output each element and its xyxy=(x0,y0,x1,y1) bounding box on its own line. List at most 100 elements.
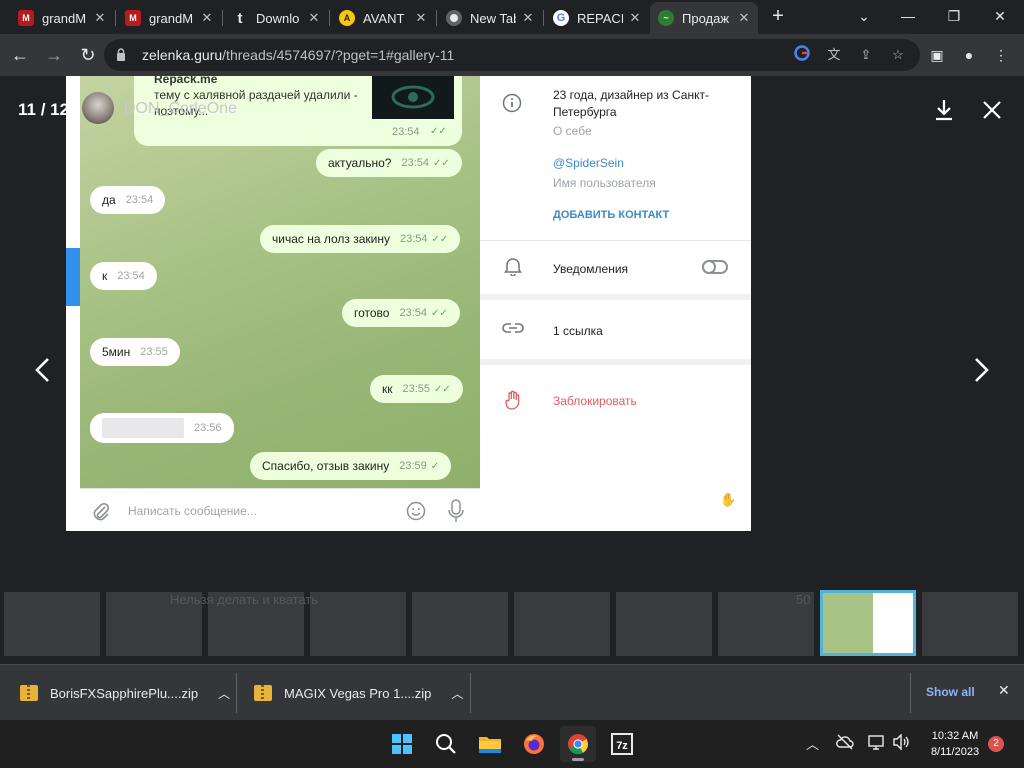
block-hand-icon xyxy=(505,390,520,410)
gallery-thumbnail[interactable] xyxy=(616,592,712,656)
message-bubble: 5мин 23:55 xyxy=(90,338,180,366)
microphone-icon xyxy=(448,499,464,522)
browser-tab[interactable]: New Tab ✕ xyxy=(438,4,542,32)
links-label: 1 ссылка xyxy=(553,324,603,338)
cloud-offline-icon[interactable] xyxy=(836,734,854,753)
minimize-icon[interactable]: — xyxy=(888,4,928,28)
close-icon[interactable]: ✕ xyxy=(520,10,536,26)
chrome-icon xyxy=(568,734,589,755)
taskbar-explorer[interactable] xyxy=(472,726,508,762)
address-bar[interactable]: zelenka.guru/threads/4574697/?pget=1#gal… xyxy=(104,39,920,71)
svg-text:7z: 7z xyxy=(616,740,628,752)
thumbnail-strip: Нельзя делать и кватать 50 xyxy=(0,590,1024,658)
gallery-thumbnail[interactable] xyxy=(310,592,406,656)
search-icon xyxy=(436,734,456,754)
back-icon[interactable]: ← xyxy=(8,43,32,67)
tab-title: Продаж xyxy=(682,10,730,26)
close-icon[interactable]: ✕ xyxy=(199,10,215,26)
next-image-button[interactable] xyxy=(962,346,998,394)
message-input-placeholder: Написать сообщение... xyxy=(128,504,257,518)
start-button[interactable] xyxy=(384,726,420,762)
profile-icon[interactable]: ● xyxy=(958,44,980,66)
volume-icon[interactable] xyxy=(892,733,910,753)
taskbar-7zip[interactable]: 7z xyxy=(604,726,640,762)
read-ticks-icon: ✓✓ xyxy=(433,157,450,169)
tab-title: New Tab xyxy=(470,10,516,26)
chevron-right-icon xyxy=(975,358,989,382)
gallery-thumbnail[interactable] xyxy=(4,592,100,656)
close-icon[interactable]: ✕ xyxy=(736,10,752,26)
taskbar: 7z ︿ 10:32 AM 8/11/2023 2 xyxy=(0,720,1024,768)
bell-icon xyxy=(504,258,522,276)
grandm-icon: M xyxy=(18,10,34,26)
taskbar-chrome[interactable] xyxy=(560,726,596,762)
bio-text: 23 года, дизайнер из Санкт- xyxy=(553,88,709,102)
close-icon[interactable]: ✕ xyxy=(306,10,322,26)
notification-badge[interactable]: 2 xyxy=(988,736,1004,752)
new-tab-button[interactable]: + xyxy=(768,6,788,26)
gallery-thumbnail[interactable] xyxy=(412,592,508,656)
forward-icon[interactable]: → xyxy=(42,43,66,67)
taskbar-search[interactable] xyxy=(428,726,464,762)
gallery-thumbnail[interactable] xyxy=(922,592,1018,656)
close-window-icon[interactable]: ✕ xyxy=(980,4,1020,28)
side-panel-icon[interactable]: ▣ xyxy=(926,44,948,66)
bio-text: Петербурга xyxy=(553,105,617,119)
browser-tab[interactable]: M grandM ✕ xyxy=(10,4,114,32)
username-link: @SpiderSein xyxy=(553,156,624,170)
bookmark-star-icon[interactable]: ☆ xyxy=(888,45,908,65)
chevron-left-icon xyxy=(35,358,49,382)
browser-tab[interactable]: t Downlo ✕ xyxy=(224,4,328,32)
download-item[interactable]: MAGIX Vegas Pro 1....zip ︿ xyxy=(254,665,463,721)
gallery-thumbnail[interactable] xyxy=(514,592,610,656)
browser-tab[interactable]: A AVANT ✕ xyxy=(331,4,435,32)
clock-time: 10:32 AM xyxy=(931,730,979,742)
google-icon: G xyxy=(553,10,569,26)
notifications-toggle xyxy=(702,260,728,274)
close-icon[interactable]: ✕ xyxy=(92,10,108,26)
close-viewer-button[interactable] xyxy=(974,92,1010,128)
google-lens-icon[interactable] xyxy=(792,45,812,65)
taskbar-firefox[interactable] xyxy=(516,726,552,762)
close-icon[interactable]: ✕ xyxy=(413,10,429,26)
browser-tab[interactable]: G REPACK ✕ xyxy=(545,4,649,32)
tab-strip: M grandM ✕ M grandM ✕ t Downlo ✕ A AVANT… xyxy=(0,0,1024,34)
close-shelf-icon[interactable]: ✕ xyxy=(998,682,1010,699)
emoji-icon xyxy=(406,501,426,521)
gallery-viewer: Repack.me тему с халявной раздачей удали… xyxy=(0,76,1024,664)
gallery-image: Repack.me тему с халявной раздачей удали… xyxy=(66,76,751,531)
system-clock[interactable]: 10:32 AM 8/11/2023 xyxy=(922,728,988,760)
read-tick-icon: ✓ xyxy=(430,460,440,472)
download-button[interactable] xyxy=(926,92,962,128)
tab-search-icon[interactable]: ⌄ xyxy=(844,4,884,28)
t-logo-icon: t xyxy=(237,9,243,27)
redacted-text xyxy=(102,418,184,438)
download-item[interactable]: BorisFXSapphirePlu....zip ︿ xyxy=(20,665,230,721)
read-ticks-icon: ✓✓ xyxy=(430,126,447,137)
gallery-thumbnail-active[interactable] xyxy=(820,590,916,656)
share-icon[interactable]: ⇪ xyxy=(856,45,876,65)
message-bubble: кк 23:55 ✓✓ xyxy=(370,375,463,403)
chevron-up-icon[interactable]: ︿ xyxy=(451,685,463,702)
restore-icon[interactable]: ❐ xyxy=(934,4,974,28)
image-counter: 11 / 12 xyxy=(18,100,70,119)
background-text: 50 xyxy=(796,592,811,607)
image-attachment xyxy=(372,76,454,119)
message-bubble: 23:56 xyxy=(90,413,234,443)
attach-icon xyxy=(93,502,110,521)
translate-icon[interactable]: 文 xyxy=(824,45,844,65)
close-icon[interactable]: ✕ xyxy=(627,10,643,26)
prev-image-button[interactable] xyxy=(26,346,62,394)
chevron-up-icon[interactable]: ︿ xyxy=(218,685,230,702)
quote-sender: Repack.me xyxy=(154,76,218,86)
browser-tab[interactable]: M grandM ✕ xyxy=(117,4,221,32)
show-all-link[interactable]: Show all xyxy=(926,685,975,699)
reload-icon[interactable]: ↻ xyxy=(76,43,100,67)
url-text: zelenka.guru/threads/4574697/?pget=1#gal… xyxy=(142,47,455,63)
lock-icon xyxy=(117,48,125,61)
chat-list-edge xyxy=(66,76,80,531)
browser-tab-active[interactable]: ~ Продаж ✕ xyxy=(650,2,758,34)
chevron-up-icon[interactable]: ︿ xyxy=(806,734,819,753)
menu-icon[interactable]: ⋮ xyxy=(990,44,1012,66)
network-icon[interactable] xyxy=(868,734,886,753)
